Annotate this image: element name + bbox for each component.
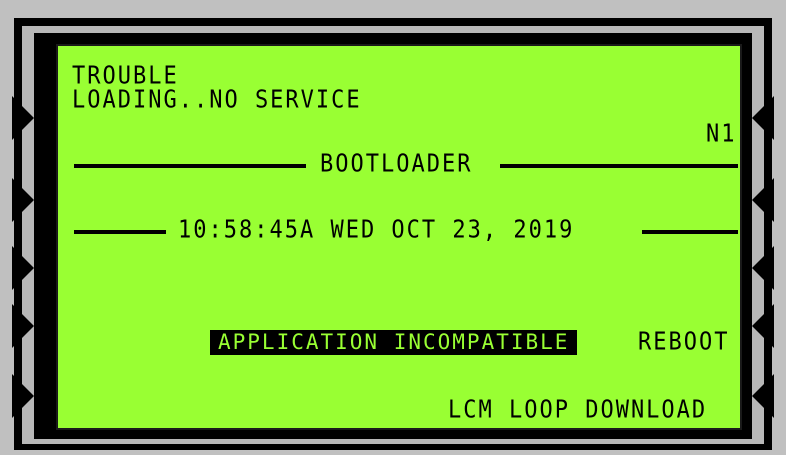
softkey-left-5[interactable] — [12, 374, 34, 418]
softkey-left-3[interactable] — [12, 246, 34, 290]
datetime-rule-left — [74, 230, 166, 234]
datetime-display: 10:58:45A WED OCT 23, 2019 — [178, 215, 575, 245]
lcd-screen: TROUBLE LOADING..NO SERVICE N1 BOOTLOADE… — [56, 44, 742, 430]
softkey-right-3[interactable] — [752, 246, 774, 290]
application-incompatible-message[interactable]: APPLICATION INCOMPATIBLE — [210, 330, 578, 355]
reboot-option[interactable]: REBOOT — [638, 329, 729, 355]
loading-status: LOADING..NO SERVICE — [72, 85, 362, 115]
bootloader-title: BOOTLOADER — [320, 149, 473, 179]
title-rule-right — [500, 164, 738, 168]
softkey-left-4[interactable] — [12, 304, 34, 348]
lcm-loop-download-option[interactable]: LCM LOOP DOWNLOAD — [448, 397, 707, 423]
softkey-left-1[interactable] — [12, 96, 34, 140]
softkey-right-1[interactable] — [752, 96, 774, 140]
softkey-right-4[interactable] — [752, 304, 774, 348]
softkey-right-2[interactable] — [752, 178, 774, 222]
softkey-left-2[interactable] — [12, 178, 34, 222]
softkey-right-5[interactable] — [752, 374, 774, 418]
datetime-rule-right — [642, 230, 738, 234]
node-label: N1 — [706, 119, 737, 149]
title-rule-left — [74, 164, 306, 168]
